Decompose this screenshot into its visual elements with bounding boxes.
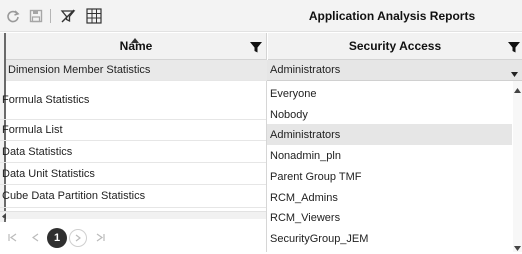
next-page-icon-glyph	[75, 234, 81, 242]
first-page-icon-glyph	[7, 233, 16, 241]
next-page-icon[interactable]	[69, 229, 87, 247]
row-name-cell: Data Unit Statistics	[2, 167, 95, 180]
table-row[interactable]: Data Statistics	[0, 141, 267, 163]
chevron-down-icon-glyph	[511, 72, 518, 77]
security-access-combobox[interactable]: Administrators	[267, 60, 522, 81]
row-name-cell: Formula List	[2, 124, 63, 136]
table-row[interactable]: Formula List	[0, 120, 267, 141]
dropdown-option[interactable]: Nonadmin_pln	[267, 145, 512, 166]
dropdown-scrollbar[interactable]	[513, 81, 522, 252]
row-name-cell: Formula Statistics	[2, 94, 90, 106]
row-name-cell: Dimension Member Statistics	[8, 64, 151, 76]
security-access-selected-value: Administrators	[270, 64, 341, 76]
table-row[interactable]: Dimension Member Statistics	[6, 60, 267, 81]
scroll-up-icon-glyph	[514, 88, 521, 93]
row-name-cell: Cube Data Partition Statistics	[2, 190, 146, 202]
filter-icon-glyph	[508, 42, 520, 53]
horizontal-scrollbar[interactable]	[0, 211, 266, 220]
row-name-cell: Data Statistics	[2, 145, 73, 158]
table-row[interactable]: Cube Data Partition Statistics	[0, 185, 267, 208]
save-icon[interactable]	[26, 6, 46, 26]
scroll-left-icon-glyph	[2, 213, 6, 220]
scroll-down-icon-glyph	[514, 246, 521, 251]
dropdown-option[interactable]: Nobody	[267, 104, 512, 125]
column-header-security-access-label: Security Access	[348, 39, 442, 53]
sort-ascending-icon-glyph	[131, 38, 139, 43]
page-title: Application Analysis Reports	[308, 9, 476, 23]
chevron-down-icon[interactable]	[511, 68, 518, 77]
save-icon-glyph	[29, 9, 43, 23]
toolbar-separator	[50, 9, 51, 23]
dropdown-option[interactable]: Everyone	[267, 83, 512, 104]
sort-ascending-icon	[131, 34, 139, 43]
scroll-down-icon[interactable]	[514, 242, 521, 251]
clear-filter-icon-glyph	[60, 9, 76, 23]
filter-icon[interactable]	[249, 40, 263, 54]
table-row[interactable]: Data Unit Statistics	[0, 163, 267, 185]
scroll-up-icon[interactable]	[514, 84, 521, 93]
refresh-icon-glyph	[7, 10, 20, 23]
dropdown-option[interactable]: Parent Group TMF	[267, 166, 512, 187]
column-header-security-access[interactable]: Security Access	[268, 33, 522, 60]
filter-icon[interactable]	[507, 40, 521, 54]
refresh-icon[interactable]	[3, 6, 23, 26]
last-page-icon[interactable]	[92, 229, 108, 245]
grid-settings-icon[interactable]	[84, 6, 104, 26]
dropdown-option[interactable]: RCM_Admins	[267, 187, 512, 208]
previous-page-icon-glyph	[31, 233, 38, 241]
filter-icon-glyph	[250, 42, 262, 53]
dropdown-option[interactable]: SecurityGroup_JEM	[267, 228, 512, 249]
grid-settings-icon-glyph	[86, 8, 102, 24]
previous-page-icon[interactable]	[27, 229, 43, 245]
scroll-left-icon[interactable]	[2, 211, 6, 220]
clear-filter-icon[interactable]	[58, 6, 78, 26]
last-page-icon-glyph	[96, 233, 105, 241]
first-page-icon[interactable]	[4, 229, 20, 245]
current-page-button[interactable]: 1	[47, 228, 67, 248]
table-row[interactable]: Formula Statistics	[0, 81, 267, 120]
dropdown-option[interactable]: RCM_Viewers	[267, 207, 512, 228]
dropdown-option-highlighted[interactable]: Administrators	[267, 124, 512, 145]
